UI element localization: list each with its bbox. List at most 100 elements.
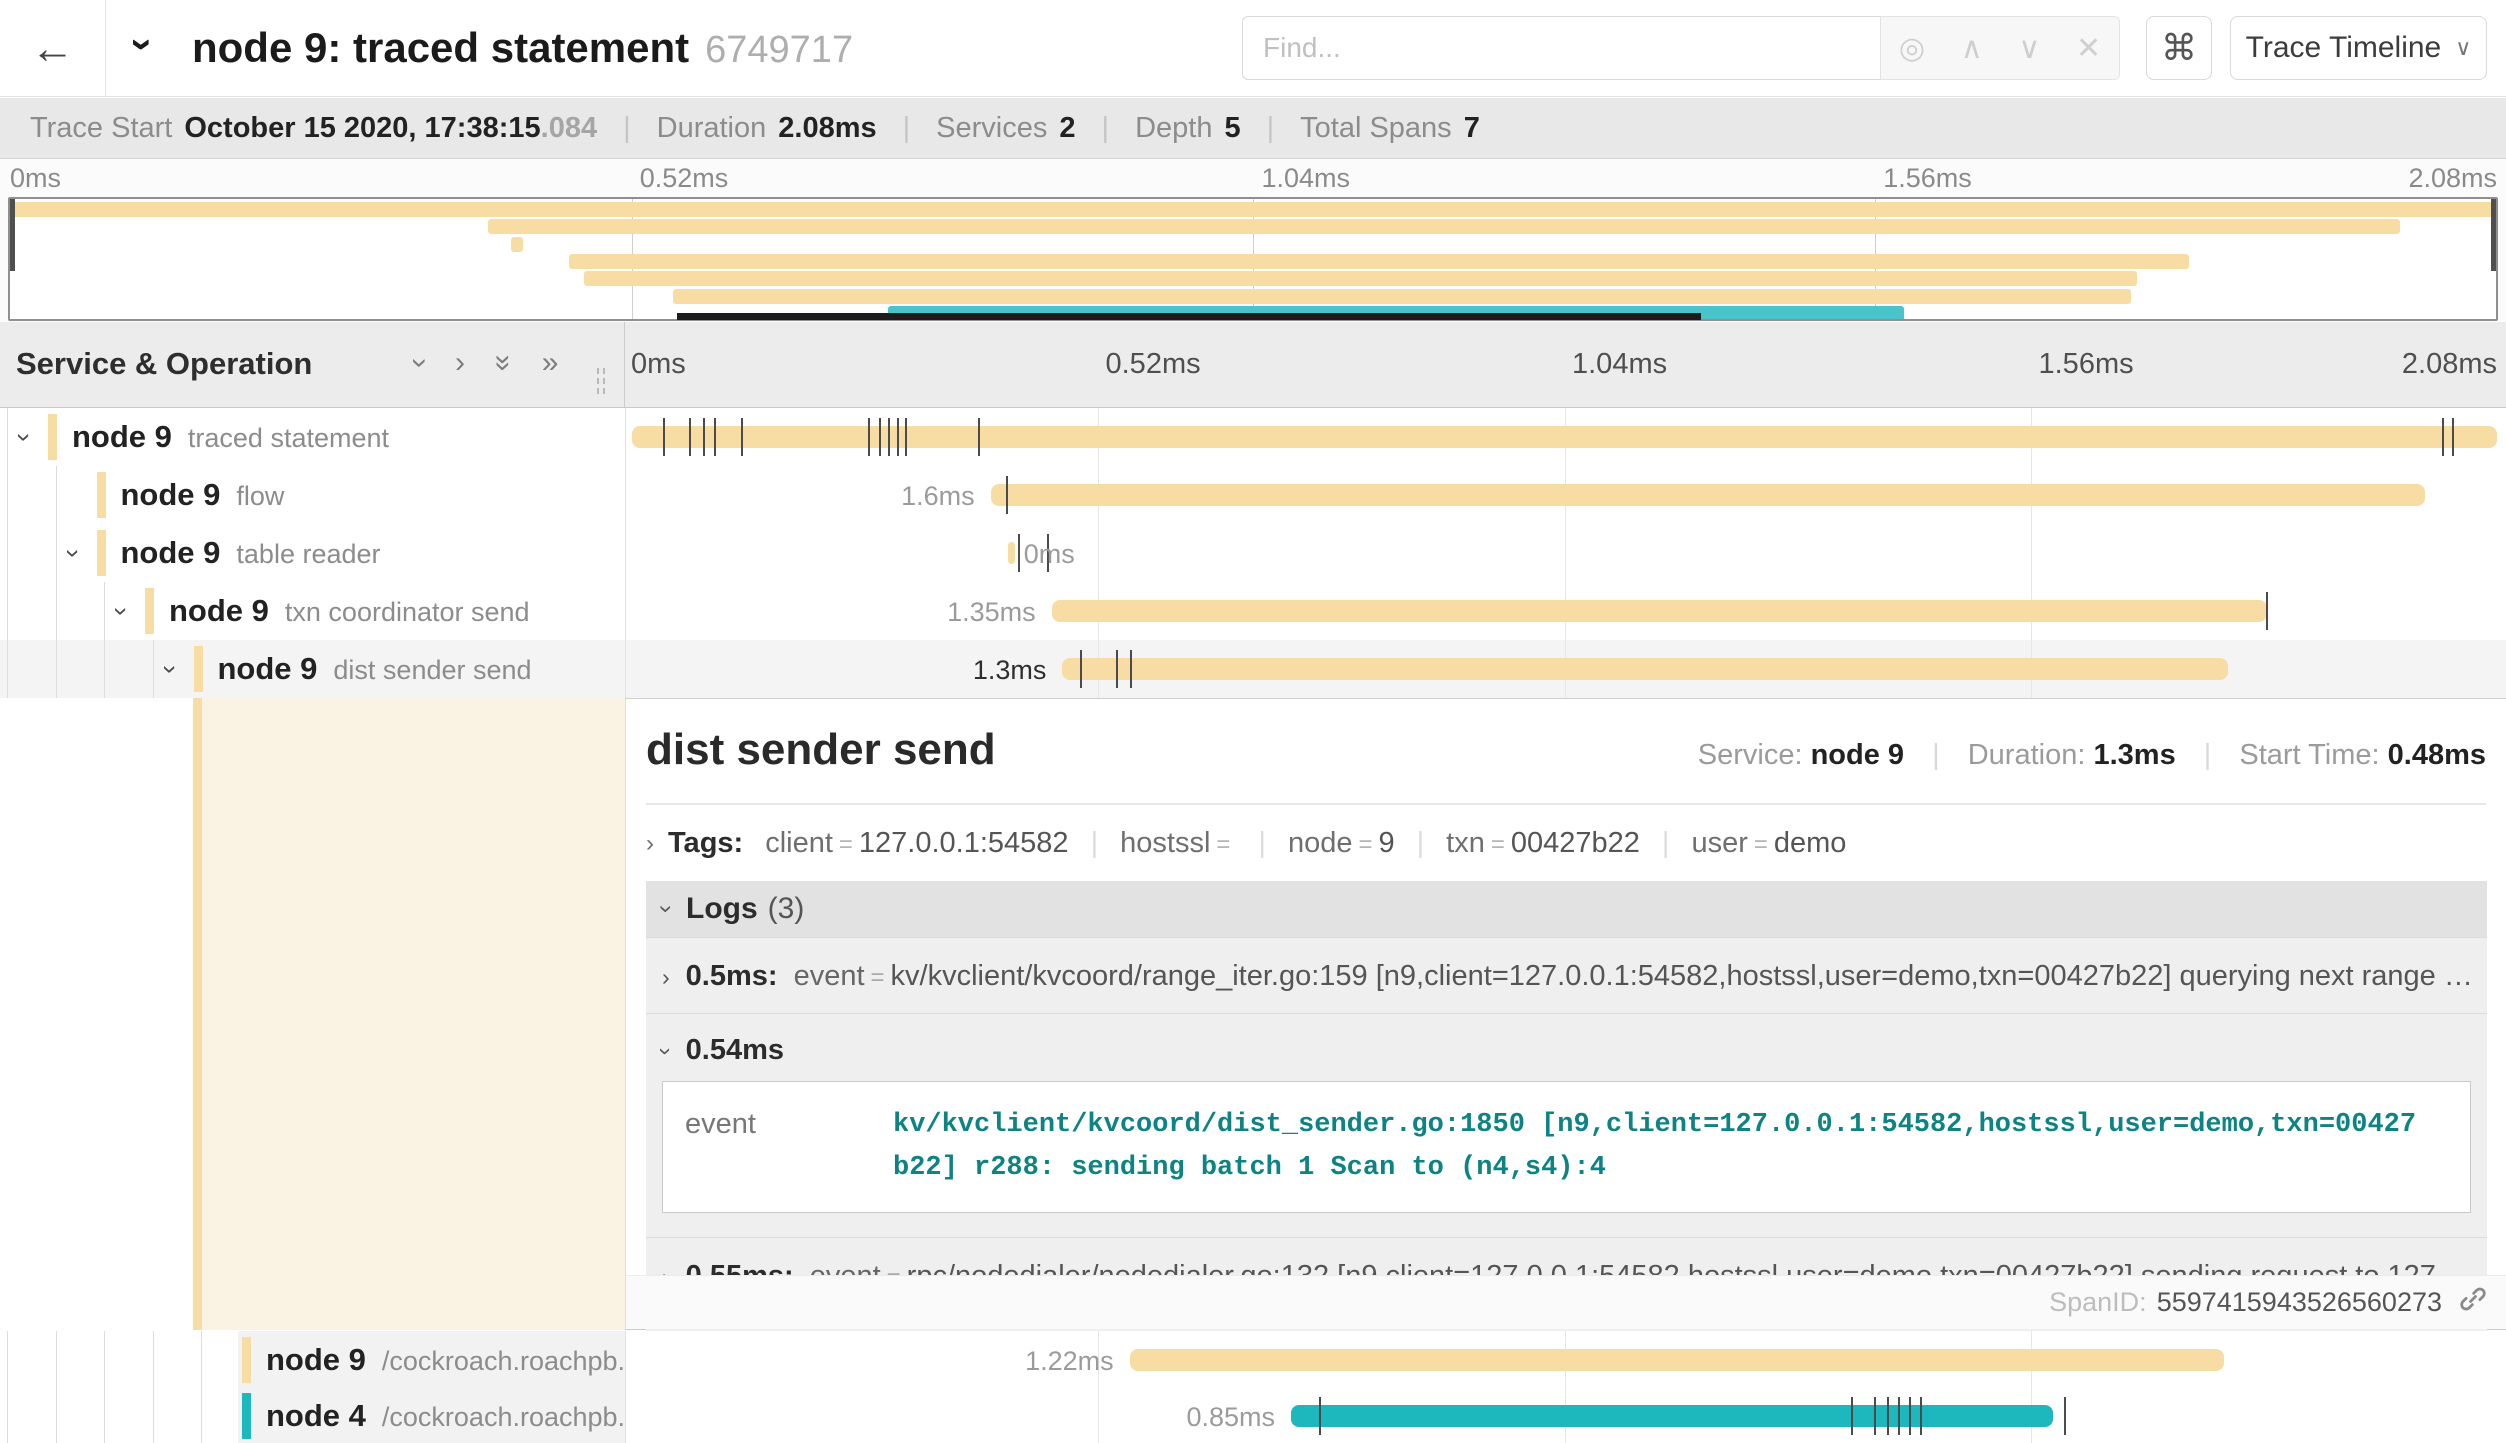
operation-name: dist sender send — [333, 655, 531, 685]
ruler-tick-label: 1.56ms — [1883, 163, 1972, 194]
log-event-tick — [1851, 1397, 1853, 1435]
spanid-label: SpanID: — [2049, 1287, 2147, 1318]
indent-guide — [56, 524, 57, 582]
span-timeline-cell[interactable]: 1.35ms — [625, 582, 2506, 640]
span-duration-bar[interactable] — [1008, 542, 1015, 564]
span-duration-bar[interactable] — [991, 484, 2426, 506]
trace-collapse-chevron-icon[interactable]: › — [120, 38, 165, 51]
service-name: node 9table reader — [121, 535, 381, 571]
find-input[interactable] — [1242, 16, 1880, 80]
minimap-scrollbar[interactable] — [677, 313, 1701, 320]
span-duration-bar[interactable] — [1052, 600, 2267, 622]
deep-link-icon[interactable] — [2458, 1284, 2488, 1321]
span-collapse-chevron-icon[interactable]: › — [9, 433, 40, 442]
log-event-tick — [714, 418, 716, 456]
services-label: Services — [936, 112, 1047, 145]
indent-guide — [7, 1331, 8, 1387]
back-button[interactable]: ← — [0, 0, 106, 97]
duration-label: Duration: — [1968, 739, 2086, 771]
log-event-tick — [1006, 476, 1008, 514]
log-event-tick — [703, 418, 705, 456]
service-operation-title: Service & Operation — [16, 346, 312, 382]
tag-item: user=demo — [1691, 827, 1846, 859]
span-duration-bar[interactable] — [632, 426, 2497, 448]
span-timeline-cell[interactable]: 0.85ms — [625, 1387, 2506, 1443]
minimap-right-handle[interactable] — [2491, 199, 2496, 271]
minimap-canvas[interactable] — [8, 197, 2498, 321]
minimap-left-handle[interactable] — [10, 199, 15, 271]
timeline-gridline — [1098, 1387, 1099, 1443]
page-title: node 9: traced statement6749717 — [192, 24, 853, 72]
span-name-cell[interactable]: ›node 9dist sender send — [0, 640, 625, 698]
indent-guide — [7, 582, 8, 640]
log-entry[interactable]: › 0.5ms: event = kv/kvclient/kvcoord/ran… — [646, 938, 2487, 1014]
collapse-all-icon[interactable]: » — [488, 355, 518, 372]
span-row[interactable]: ›node 9txn coordinator send1.35ms — [0, 582, 2506, 640]
span-row[interactable]: › node 9table reader 0ms — [0, 524, 2506, 582]
view-selector-dropdown[interactable]: Trace Timeline ∨ — [2230, 16, 2487, 80]
next-match-icon[interactable]: ∨ — [2018, 31, 2040, 66]
indent-guide — [153, 640, 154, 698]
duration-label: Duration — [657, 112, 767, 145]
prev-match-icon[interactable]: ∧ — [1961, 31, 1983, 66]
span-timeline-cell[interactable]: 0ms — [625, 524, 2506, 582]
start-time-label: Start Time: — [2239, 739, 2379, 771]
depth-value: 5 — [1224, 112, 1240, 145]
span-row[interactable]: node 9/cockroach.roachpb.I...1.22ms — [0, 1331, 2506, 1387]
column-resizer-handle[interactable] — [597, 368, 605, 394]
span-row[interactable]: node 4/cockroach.roachpb.I...0.85ms — [0, 1387, 2506, 1443]
detail-left-strip — [0, 698, 625, 1330]
locate-icon[interactable]: ◎ — [1899, 31, 1925, 66]
chevron-down-icon: › — [652, 905, 680, 913]
span-timeline-cell[interactable]: 1.6ms — [625, 466, 2506, 524]
log-event-tick — [663, 418, 665, 456]
log-time: 0.54ms — [686, 1034, 784, 1067]
span-timeline-cell[interactable]: 1.3ms — [625, 640, 2506, 698]
minimap-span-bar — [511, 237, 523, 252]
log-event-tick — [741, 418, 743, 456]
span-name-cell[interactable]: › node 9table reader — [0, 524, 625, 582]
span-timeline-cell[interactable] — [625, 408, 2506, 466]
log-event-tick — [1130, 650, 1132, 688]
log-entry-expanded[interactable]: › 0.54ms — [646, 1014, 2487, 1081]
span-collapse-chevron-icon[interactable]: › — [57, 549, 88, 558]
separator: | — [1102, 112, 1110, 145]
log-event-tick — [888, 418, 890, 456]
span-name-cell[interactable]: ›node 9traced statement — [0, 408, 625, 466]
collapse-one-icon[interactable]: › — [405, 358, 435, 368]
span-collapse-chevron-icon[interactable]: › — [106, 607, 137, 616]
span-collapse-chevron-icon[interactable]: › — [154, 665, 185, 674]
clear-find-icon[interactable]: ✕ — [2076, 31, 2101, 66]
span-duration-bar[interactable] — [1062, 658, 2228, 680]
trace-name: node 9: traced statement — [192, 24, 689, 71]
logs-header[interactable]: › Logs (3) — [646, 881, 2487, 937]
expand-all-icon[interactable]: » — [542, 348, 559, 378]
ruler-tick-label: 1.04ms — [1262, 163, 1351, 194]
span-duration-label: 0ms — [1024, 539, 1075, 570]
operation-name: /cockroach.roachpb.I... — [382, 1402, 625, 1432]
span-row[interactable]: ›node 9dist sender send1.3ms — [0, 640, 2506, 698]
span-name-cell[interactable]: node 9flow — [0, 466, 625, 524]
span-name-cell[interactable]: node 4/cockroach.roachpb.I... — [0, 1387, 625, 1443]
span-duration-bar[interactable] — [1291, 1405, 2053, 1427]
span-name-cell[interactable]: node 9/cockroach.roachpb.I... — [0, 1331, 625, 1387]
ruler-tick-label: 0.52ms — [1106, 348, 1201, 381]
span-duration-label: 1.6ms — [901, 481, 975, 512]
log-event-tick — [879, 418, 881, 456]
spanid-value: 5597415943526560273 — [2157, 1287, 2442, 1318]
span-name-cell[interactable]: ›node 9txn coordinator send — [0, 582, 625, 640]
service-color-swatch — [242, 1393, 251, 1439]
span-row[interactable]: ›node 9traced statement — [0, 408, 2506, 466]
span-timeline-cell[interactable]: 1.22ms — [625, 1331, 2506, 1387]
service-name: node 9/cockroach.roachpb.I... — [266, 1342, 625, 1378]
log-time: 0.5ms: — [686, 960, 778, 993]
span-row[interactable]: node 9flow 1.6ms — [0, 466, 2506, 524]
log-event-tick — [978, 418, 980, 456]
tags-row[interactable]: › Tags: client=127.0.0.1:54582|hostssl=|… — [646, 827, 1846, 860]
trace-minimap[interactable]: 0ms0.52ms1.04ms1.56ms2.08ms — [0, 159, 2506, 322]
minimap-span-bar — [488, 219, 2400, 234]
keyboard-shortcuts-button[interactable]: ⌘ — [2146, 16, 2212, 80]
span-duration-bar[interactable] — [1130, 1349, 2224, 1371]
trace-start-label: Trace Start — [30, 112, 172, 145]
expand-one-icon[interactable]: › — [455, 348, 465, 378]
